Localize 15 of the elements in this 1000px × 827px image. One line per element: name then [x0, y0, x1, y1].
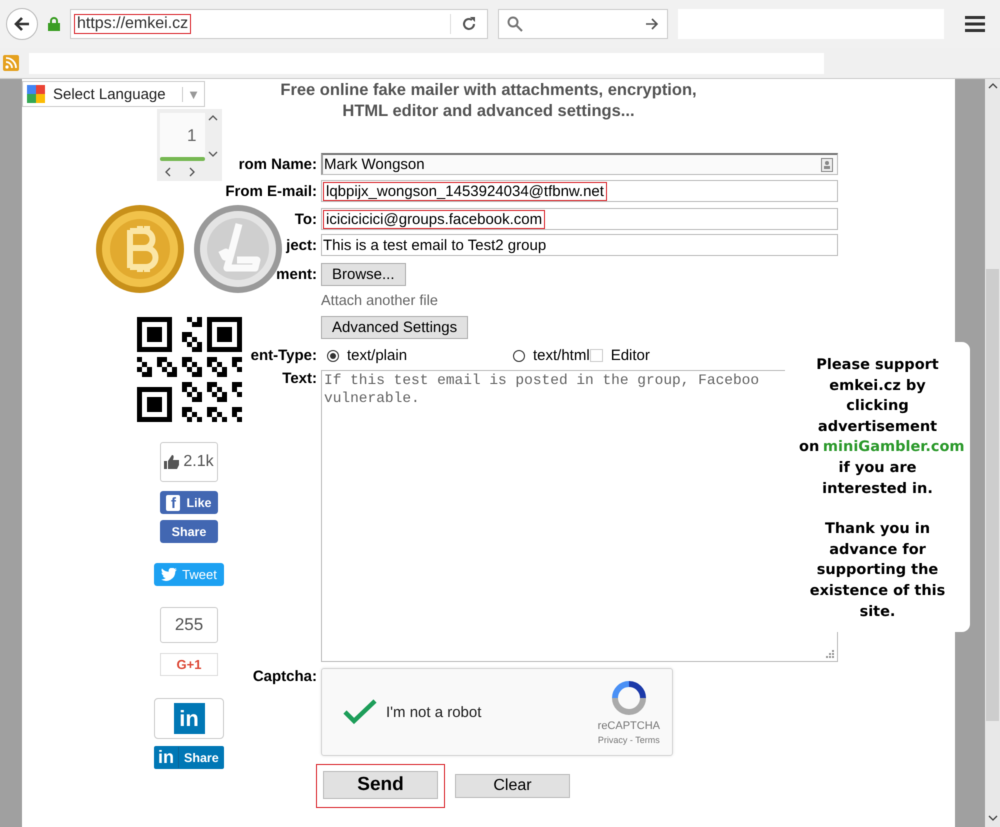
- field-label: From E-mail:: [225, 182, 317, 200]
- field-label: To:: [294, 210, 317, 228]
- field-label: Text:: [282, 370, 317, 387]
- linkedin-logo: in: [174, 703, 204, 734]
- like-count: 2.1k: [160, 442, 218, 482]
- captcha-brand: reCAPTCHA: [598, 720, 660, 732]
- page-title: Free online fake mailer with attachments, encryption, HTML editor and advanced settings...: [280, 80, 697, 122]
- captcha-label: I'm not a robot: [386, 704, 482, 720]
- plus-count: 255: [160, 607, 218, 643]
- counter-value: 1: [160, 113, 204, 157]
- field-label: ent-Type:: [250, 347, 317, 364]
- field-label: ject:: [286, 236, 317, 254]
- field-label: ment:: [276, 266, 317, 283]
- field-label: rom Name:: [238, 156, 317, 172]
- field-label: Captcha:: [252, 668, 317, 685]
